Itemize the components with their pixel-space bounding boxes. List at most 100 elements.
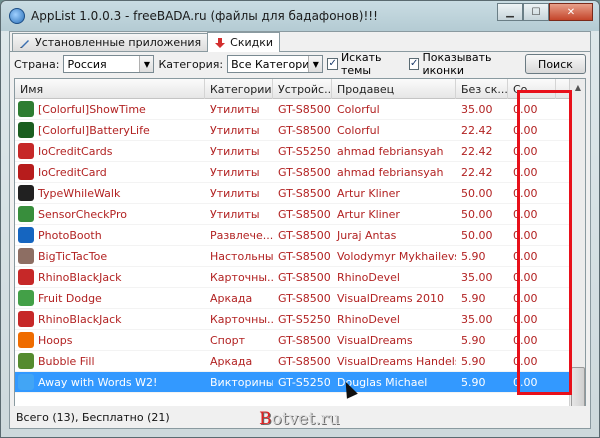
- cell-text: 50.00: [461, 207, 493, 221]
- cell-text: 5.90: [461, 375, 486, 389]
- country-select[interactable]: Россия ▼: [63, 55, 155, 73]
- cell-price: 5.90: [456, 372, 508, 393]
- tab-strip: Установленные приложения Скидки: [10, 32, 590, 52]
- category-select[interactable]: Все Категории ▼: [227, 55, 324, 73]
- cell-text: 22.42: [461, 123, 493, 137]
- column-header[interactable]: Категории: [205, 79, 273, 99]
- cell-text: 35.00: [461, 312, 493, 326]
- cell-sale: 0.00: [508, 99, 556, 120]
- cell-text: 0.00: [513, 144, 538, 158]
- cell-category: Утилиты: [205, 204, 273, 225]
- cell-seller: Volodymyr Mykhailevskyi: [332, 246, 456, 267]
- cell-seller: Artur Kliner: [332, 204, 456, 225]
- cell-text: Карточны...: [210, 312, 273, 326]
- app-icon: [18, 227, 34, 243]
- cell-text: Настольные: [210, 249, 273, 263]
- column-header[interactable]: Имя: [15, 79, 205, 99]
- maximize-button[interactable]: ☐: [523, 3, 549, 21]
- filter-bar: Страна: Россия ▼ Категория: Все Категори…: [10, 51, 590, 77]
- table-row[interactable]: RhinoBlackJack Карточны... GT-S5250 RhinoDe…: [15, 309, 585, 330]
- caption-buttons: ▁ ☐ ✕: [497, 3, 593, 21]
- cell-text: GT-S5250: [278, 312, 331, 326]
- cell-text: Утилиты: [210, 186, 260, 200]
- cell-category: Карточны...: [205, 309, 273, 330]
- cell-text: GT-S8500: [278, 291, 331, 305]
- app-icon: [18, 122, 34, 138]
- cell-seller: RhinoDevel: [332, 309, 456, 330]
- cell-text: BigTicTacToe: [38, 249, 108, 263]
- status-text: Всего (13), Бесплатно (21): [16, 410, 170, 424]
- cell-sale: 0.00: [508, 225, 556, 246]
- vertical-scrollbar[interactable]: ▲ ▼: [569, 79, 585, 427]
- watermark: Botvet.ru: [259, 409, 340, 429]
- column-header[interactable]: Продавец: [332, 79, 456, 99]
- cell-text: 0.00: [513, 102, 538, 116]
- cell-device: GT-S8500: [273, 330, 332, 351]
- app-icon: [18, 269, 34, 285]
- cell-text: Карточны...: [210, 270, 273, 284]
- cell-text: GT-S5250: [278, 144, 331, 158]
- cell-text: 0.00: [513, 291, 538, 305]
- title-bar[interactable]: AppList 1.0.0.3 - freeBADA.ru (файлы для…: [1, 1, 599, 31]
- cell-text: RhinoBlackJack: [38, 270, 122, 284]
- cell-sale: 0.00: [508, 351, 556, 372]
- cell-category: Спорт: [205, 330, 273, 351]
- cell-name: [Colorful]ShowTime: [15, 99, 205, 120]
- cell-text: 35.00: [461, 102, 493, 116]
- tab-installed-apps[interactable]: Установленные приложения: [12, 33, 209, 51]
- minimize-button[interactable]: ▁: [497, 3, 523, 21]
- cell-seller: RhinoDevel: [332, 267, 456, 288]
- cell-text: VisualDreams Handelsb...: [337, 354, 456, 368]
- app-icon: [18, 311, 34, 327]
- cell-device: GT-S8500: [273, 120, 332, 141]
- cell-price: 5.90: [456, 246, 508, 267]
- app-icon: [18, 185, 34, 201]
- table-row[interactable]: BigTicTacToe Настольные GT-S8500 Volodymyr …: [15, 246, 585, 267]
- table-row[interactable]: Hoops Спорт GT-S8500 VisualDreams 5.90 0.00: [15, 330, 585, 351]
- cell-device: GT-S8500: [273, 288, 332, 309]
- table-row[interactable]: [Colorful]BatteryLife Утилиты GT-S8500 Colo…: [15, 120, 585, 141]
- cell-sale: 0.00: [508, 267, 556, 288]
- cell-name: PhotoBooth: [15, 225, 205, 246]
- cell-text: Развлече...: [210, 228, 273, 242]
- search-button[interactable]: Поиск: [524, 54, 586, 74]
- scroll-thumb[interactable]: [571, 367, 585, 411]
- table-row[interactable]: IoCreditCards Утилиты GT-S5250 ahmad febria…: [15, 141, 585, 162]
- column-header[interactable]: Со ...: [508, 79, 556, 99]
- cell-text: [Colorful]ShowTime: [38, 102, 146, 116]
- close-button[interactable]: ✕: [549, 3, 593, 21]
- icons-checkbox[interactable]: ✓ Показывать иконки: [408, 51, 521, 77]
- scroll-up-icon[interactable]: ▲: [570, 79, 585, 95]
- country-value: Россия: [67, 57, 107, 71]
- column-header[interactable]: Устройс...: [273, 79, 332, 99]
- column-header[interactable]: Без ск...: [456, 79, 508, 99]
- cell-price: 35.00: [456, 309, 508, 330]
- cell-category: Утилиты: [205, 141, 273, 162]
- table-row[interactable]: Away with Words W2! Викторины GT-S5250 Doug…: [15, 372, 585, 393]
- table-row[interactable]: Fruit Dodge Аркада GT-S8500 VisualDreams 20…: [15, 288, 585, 309]
- table-row[interactable]: RhinoBlackJack Карточны... GT-S8500 RhinoDe…: [15, 267, 585, 288]
- cell-category: Аркада: [205, 288, 273, 309]
- table-row[interactable]: [Colorful]ShowTime Утилиты GT-S8500 Colorfu…: [15, 99, 585, 120]
- cell-text: Colorful: [337, 123, 380, 137]
- table-row[interactable]: SensorCheckPro Утилиты GT-S8500 Artur Kline…: [15, 204, 585, 225]
- cell-text: 50.00: [461, 228, 493, 242]
- cell-seller: VisualDreams: [332, 330, 456, 351]
- table-row[interactable]: Bubble Fill Аркада GT-S8500 VisualDreams Ha…: [15, 351, 585, 372]
- tab-label: Скидки: [230, 36, 274, 49]
- table-row[interactable]: TypeWhileWalk Утилиты GT-S8500 Artur Kliner…: [15, 183, 585, 204]
- themes-checkbox[interactable]: ✓ Искать темы: [327, 51, 405, 77]
- app-icon: [18, 206, 34, 222]
- cell-device: GT-S5250: [273, 372, 332, 393]
- cell-device: GT-S8500: [273, 225, 332, 246]
- cell-text: Volodymyr Mykhailevskyi: [337, 249, 456, 263]
- table-row[interactable]: IoCreditCard Утилиты GT-S8500 ahmad febrian…: [15, 162, 585, 183]
- table-row[interactable]: PhotoBooth Развлече... GT-S8500 Juraj Antas…: [15, 225, 585, 246]
- table-header: Имя Категории Устройс... Продавец Без ск... С…: [15, 79, 585, 99]
- cell-text: Bubble Fill: [38, 354, 95, 368]
- tab-discounts[interactable]: Скидки: [207, 32, 281, 52]
- cell-name: TypeWhileWalk: [15, 183, 205, 204]
- cell-name: IoCreditCards: [15, 141, 205, 162]
- cell-name: BigTicTacToe: [15, 246, 205, 267]
- cell-seller: Colorful: [332, 99, 456, 120]
